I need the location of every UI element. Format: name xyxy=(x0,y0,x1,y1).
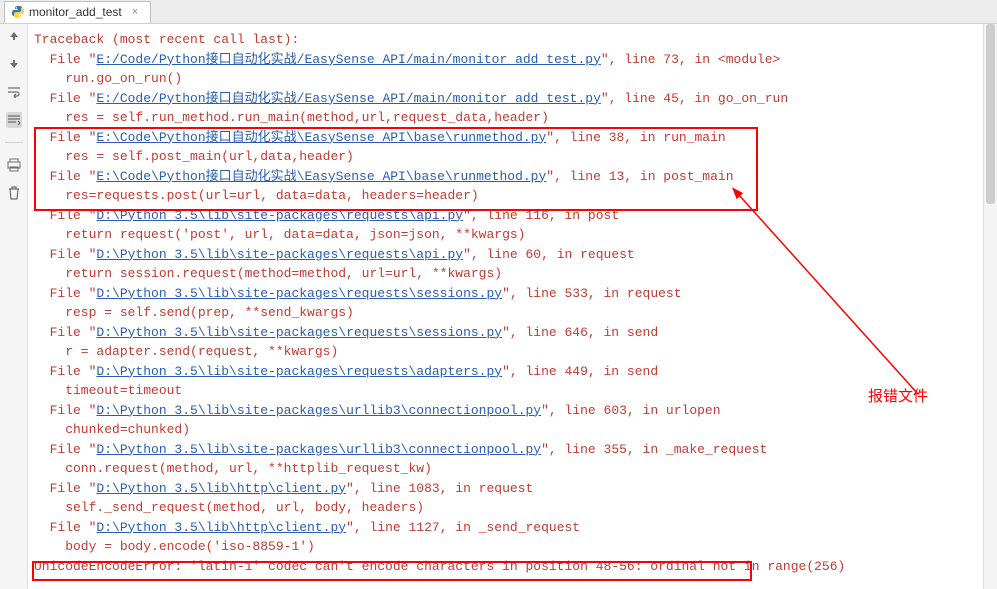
traceback-line: File "E:\Code\Python接口自动化实战\EasySense_AP… xyxy=(34,128,993,148)
traceback-line: resp = self.send(prep, **send_kwargs) xyxy=(34,303,993,323)
tab-label: monitor_add_test xyxy=(29,5,122,19)
soft-wrap-icon[interactable] xyxy=(6,84,22,100)
file-link[interactable]: D:\Python 3.5\lib\site-packages\urllib3\… xyxy=(96,403,541,418)
file-link[interactable]: D:\Python 3.5\lib\site-packages\requests… xyxy=(96,325,502,340)
file-link[interactable]: D:\Python 3.5\lib\site-packages\requests… xyxy=(96,247,463,262)
tab-monitor-add-test[interactable]: monitor_add_test × xyxy=(4,1,151,23)
python-file-icon xyxy=(11,5,25,19)
arrow-down-icon[interactable] xyxy=(6,56,22,72)
file-link[interactable]: D:\Python 3.5\lib\http\client.py xyxy=(96,481,346,496)
traceback-line: res=requests.post(url=url, data=data, he… xyxy=(34,186,993,206)
traceback-line: File "E:/Code/Python接口自动化实战/EasySense_AP… xyxy=(34,89,993,109)
traceback-line: timeout=timeout xyxy=(34,381,993,401)
traceback-line: File "E:\Code\Python接口自动化实战\EasySense_AP… xyxy=(34,167,993,187)
traceback-line: File "D:\Python 3.5\lib\site-packages\ur… xyxy=(34,401,993,421)
traceback-line: chunked=chunked) xyxy=(34,420,993,440)
traceback-line: File "D:\Python 3.5\lib\site-packages\re… xyxy=(34,284,993,304)
traceback-line: Traceback (most recent call last): xyxy=(34,30,993,50)
traceback-line: File "D:\Python 3.5\lib\site-packages\re… xyxy=(34,323,993,343)
console-output[interactable]: 报错文件 Traceback (most recent call last): … xyxy=(28,24,997,589)
traceback-line: File "D:\Python 3.5\lib\site-packages\re… xyxy=(34,245,993,265)
file-link[interactable]: E:\Code\Python接口自动化实战\EasySense_API\base… xyxy=(96,130,546,145)
file-link[interactable]: D:\Python 3.5\lib\site-packages\requests… xyxy=(96,286,502,301)
traceback-line: body = body.encode('iso-8859-1') xyxy=(34,537,993,557)
traceback-line: res = self.run_method.run_main(method,ur… xyxy=(34,108,993,128)
gutter-divider xyxy=(5,142,23,143)
scroll-to-end-icon[interactable] xyxy=(6,112,22,128)
file-link[interactable]: D:\Python 3.5\lib\site-packages\urllib3\… xyxy=(96,442,541,457)
file-link[interactable]: D:\Python 3.5\lib\site-packages\requests… xyxy=(96,208,463,223)
traceback-line: return session.request(method=method, ur… xyxy=(34,264,993,284)
traceback-line: r = adapter.send(request, **kwargs) xyxy=(34,342,993,362)
print-icon[interactable] xyxy=(6,157,22,173)
arrow-up-icon[interactable] xyxy=(6,28,22,44)
traceback-line: File "D:\Python 3.5\lib\site-packages\re… xyxy=(34,362,993,382)
traceback-line: File "E:/Code/Python接口自动化实战/EasySense_AP… xyxy=(34,50,993,70)
file-link[interactable]: D:\Python 3.5\lib\site-packages\requests… xyxy=(96,364,502,379)
traceback-line: File "D:\Python 3.5\lib\site-packages\re… xyxy=(34,206,993,226)
traceback-line: File "D:\Python 3.5\lib\site-packages\ur… xyxy=(34,440,993,460)
traceback-line: return request('post', url, data=data, j… xyxy=(34,225,993,245)
traceback-line: File "D:\Python 3.5\lib\http\client.py",… xyxy=(34,479,993,499)
file-link[interactable]: E:\Code\Python接口自动化实战\EasySense_API\base… xyxy=(96,169,546,184)
scrollbar-thumb[interactable] xyxy=(986,24,995,204)
trash-icon[interactable] xyxy=(6,185,22,201)
traceback-line: File "D:\Python 3.5\lib\http\client.py",… xyxy=(34,518,993,538)
annotation-label: 报错文件 xyxy=(868,386,928,409)
traceback-line: res = self.post_main(url,data,header) xyxy=(34,147,993,167)
file-link[interactable]: D:\Python 3.5\lib\http\client.py xyxy=(96,520,346,535)
file-link[interactable]: E:/Code/Python接口自动化实战/EasySense_API/main… xyxy=(96,52,600,67)
traceback-line: conn.request(method, url, **httplib_requ… xyxy=(34,459,993,479)
traceback-line: UnicodeEncodeError: 'latin-1' codec can'… xyxy=(34,557,993,577)
close-icon[interactable]: × xyxy=(132,6,138,18)
file-link[interactable]: E:/Code/Python接口自动化实战/EasySense_API/main… xyxy=(96,91,600,106)
traceback-line: self._send_request(method, url, body, he… xyxy=(34,498,993,518)
console-gutter xyxy=(0,24,28,589)
scrollbar[interactable] xyxy=(983,24,997,589)
tab-bar: monitor_add_test × xyxy=(0,0,997,24)
traceback-line: run.go_on_run() xyxy=(34,69,993,89)
